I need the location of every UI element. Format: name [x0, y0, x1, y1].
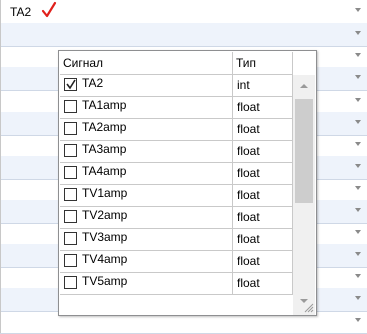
signal-row[interactable]: TV1amp float [60, 185, 293, 207]
signal-name: TV3amp [82, 230, 128, 244]
signal-row[interactable]: TV4amp float [60, 251, 293, 273]
row-border [0, 156, 1, 179]
row-border [0, 266, 1, 289]
dropdown-arrow-icon[interactable] [355, 53, 361, 57]
signal-checkbox[interactable] [64, 78, 77, 91]
signal-type: float [233, 185, 293, 206]
signal-row[interactable]: TV3amp float [60, 229, 293, 251]
signal-cell: TA2amp [60, 119, 233, 140]
row-border [0, 310, 1, 333]
signal-cell: TA1amp [60, 97, 233, 118]
dropdown-arrow-icon[interactable] [355, 75, 361, 79]
dropdown-arrow-icon[interactable] [355, 274, 361, 278]
signal-checkbox[interactable] [64, 254, 77, 267]
resize-grip-icon[interactable] [303, 302, 314, 313]
signal-type: float [233, 163, 293, 184]
row-border [0, 200, 1, 223]
signal-cell: TV2amp [60, 207, 233, 228]
signal-combo-row[interactable] [0, 23, 367, 47]
row-border [0, 67, 1, 90]
signal-row[interactable]: TA4amp float [60, 163, 293, 185]
dropdown-arrow-icon[interactable] [355, 98, 361, 102]
signal-type: float [233, 229, 293, 250]
signal-type: float [233, 119, 293, 140]
signal-name: TA4amp [82, 164, 127, 178]
signal-type: float [233, 273, 293, 294]
dropdown-arrow-icon[interactable] [355, 8, 361, 12]
dropdown-arrow-icon[interactable] [355, 142, 361, 146]
column-header-type[interactable]: Тип [233, 52, 293, 74]
signal-type: float [233, 207, 293, 228]
checkbox-check-icon [66, 79, 76, 90]
scroll-up-icon[interactable] [300, 84, 308, 88]
signal-name: TV1amp [82, 186, 128, 200]
signal-row[interactable]: TV5amp float [60, 273, 293, 295]
signal-combo-selected[interactable]: TA2 [0, 0, 367, 24]
signal-cell: TV1amp [60, 185, 233, 206]
signal-type: float [233, 97, 293, 118]
signal-grid-rows: TA2 int TA1amp float TA2amp float TA3amp float T… [60, 75, 293, 295]
column-header-signal[interactable]: Сигнал [60, 52, 233, 74]
signal-checkbox[interactable] [64, 122, 77, 135]
row-border [0, 244, 1, 267]
signal-name: TV4amp [82, 252, 128, 266]
signal-checkbox[interactable] [64, 232, 77, 245]
row-border [0, 112, 1, 135]
signal-name: TA1amp [82, 98, 127, 112]
dropdown-arrow-icon[interactable] [355, 164, 361, 168]
signal-name: TA2amp [82, 120, 127, 134]
valid-check-icon [41, 1, 57, 18]
signal-name: TA2 [82, 76, 104, 90]
signal-name: TV2amp [82, 208, 128, 222]
grid-header: Сигнал Тип [60, 52, 293, 75]
signal-row[interactable]: TA2amp float [60, 119, 293, 141]
signal-row[interactable]: TV2amp float [60, 207, 293, 229]
signal-cell: TV5amp [60, 273, 233, 294]
signal-type: float [233, 251, 293, 272]
signal-checkbox[interactable] [64, 100, 77, 113]
dropdown-arrow-icon[interactable] [355, 120, 361, 124]
row-border [0, 90, 1, 113]
signal-name: TV5amp [82, 274, 128, 288]
row-border [0, 178, 1, 201]
combo-selected-value: TA2 [10, 5, 32, 19]
row-border [0, 0, 1, 23]
signal-row[interactable]: TA1amp float [60, 97, 293, 119]
signal-checkbox[interactable] [64, 210, 77, 223]
row-border [0, 288, 1, 311]
row-border [0, 45, 1, 68]
signal-cell: TV4amp [60, 251, 233, 272]
signal-row[interactable]: TA2 int [60, 75, 293, 97]
signal-dropdown-popup: Сигнал Тип TA2 int TA1amp float TA2amp float T… [58, 50, 317, 316]
scrollbar-thumb[interactable] [295, 99, 313, 203]
dropdown-arrow-icon[interactable] [355, 252, 361, 256]
dropdown-arrow-icon[interactable] [355, 186, 361, 190]
signal-cell: TA2 [60, 75, 233, 96]
signal-row[interactable]: TA3amp float [60, 141, 293, 163]
row-border [0, 23, 1, 46]
signal-type: float [233, 141, 293, 162]
row-border [0, 134, 1, 157]
signal-cell: TA3amp [60, 141, 233, 162]
signal-checkbox[interactable] [64, 144, 77, 157]
signal-checkbox[interactable] [64, 276, 77, 289]
signal-name: TA3amp [82, 142, 127, 156]
vertical-scrollbar[interactable] [293, 75, 315, 315]
signal-checkbox[interactable] [64, 188, 77, 201]
row-border [0, 222, 1, 245]
dropdown-arrow-icon[interactable] [355, 230, 361, 234]
signal-checkbox[interactable] [64, 166, 77, 179]
dropdown-arrow-icon[interactable] [355, 318, 361, 322]
signal-cell: TA4amp [60, 163, 233, 184]
dropdown-arrow-icon[interactable] [355, 208, 361, 212]
dropdown-arrow-icon[interactable] [355, 296, 361, 300]
dropdown-arrow-icon[interactable] [355, 31, 361, 35]
signal-cell: TV3amp [60, 229, 233, 250]
signal-type: int [233, 75, 293, 96]
